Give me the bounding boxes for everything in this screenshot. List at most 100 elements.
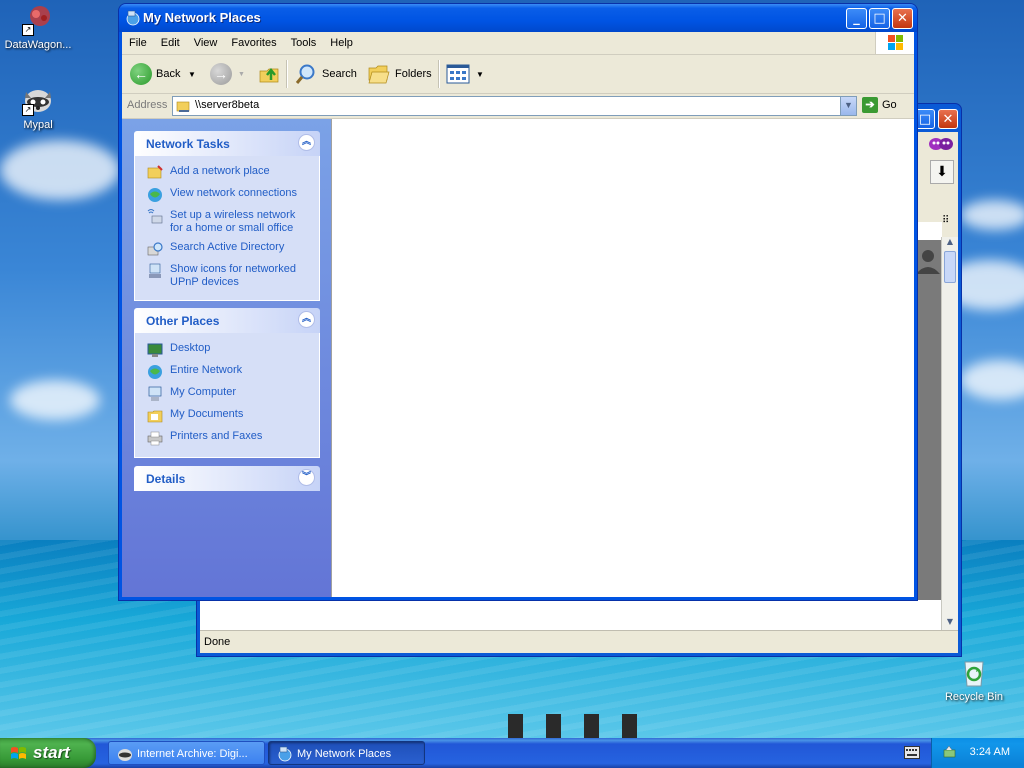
menu-edit[interactable]: Edit [154,32,187,54]
task-view-network-connections[interactable]: View network connections [135,184,319,206]
task-label: Set up a wireless network for a home or … [170,209,296,234]
my-documents-icon [147,410,163,423]
back-dropdown[interactable]: ▼ [188,61,196,87]
other-places-list: Desktop Entire Network My Computer My Do… [134,333,320,458]
back-window-maximize-button[interactable]: □ [915,109,935,129]
search-label: Search [322,68,357,80]
place-entire-network[interactable]: Entire Network [135,361,319,383]
menu-favorites[interactable]: Favorites [224,32,283,54]
clock: 3:24 AM [969,746,1010,758]
taskbar-item-my-network-places[interactable]: My Network Places [268,741,425,765]
network-tasks-header[interactable]: Network Tasks ︽ [134,131,320,156]
folders-button[interactable]: Folders [367,61,432,87]
system-tray: 3:24 AM [931,738,1024,768]
panel-title: Network Tasks [146,137,230,151]
task-show-upnp-devices[interactable]: Show icons for networked UPnP devices [135,260,319,292]
desktop-icon-datawagon[interactable]: ↗ DataWagon... [0,4,76,51]
desktop-icon-recycle-bin[interactable]: Recycle Bin [936,656,1012,703]
my-network-places-window[interactable]: My Network Places _ □ ✕ File Edit View Favo… [118,3,918,601]
folders-icon [368,65,390,84]
network-tasks-panel: Network Tasks ︽ Add a network place View… [134,131,320,301]
place-label: Entire Network [170,364,243,376]
menu-help[interactable]: Help [323,32,360,54]
other-places-header[interactable]: Other Places ︽ [134,308,320,333]
upnp-devices-icon [149,263,161,278]
desktop-icon-label: Recycle Bin [944,691,1004,703]
active-directory-icon [147,242,163,256]
close-button[interactable]: ✕ [892,8,913,29]
search-button[interactable]: Search [294,61,357,87]
collapse-chevron-icon[interactable]: ︽ [298,134,315,151]
panel-title: Other Places [146,314,220,328]
desktop-icon-mypal[interactable]: ↗ Mypal [0,84,76,131]
mypal-icon: ↗ [22,84,54,116]
place-desktop[interactable]: Desktop [135,339,319,361]
go-label: Go [882,99,897,111]
file-list-pane[interactable] [331,119,914,597]
network-connections-icon [148,188,162,202]
task-wireless-network[interactable]: Set up a wireless network for a home or … [135,206,319,238]
desktop-icon [147,343,163,357]
scroll-down-icon[interactable]: ▼ [942,617,958,631]
desktop-icon-label: DataWagon... [4,39,72,51]
scroll-up-icon[interactable]: ▲ [942,237,958,251]
place-label: My Computer [170,386,237,398]
status-text: Done [204,636,231,648]
mypal-icon [118,749,132,761]
folders-label: Folders [395,68,432,80]
title-bar[interactable]: My Network Places _ □ ✕ [119,4,917,32]
up-folder-icon [259,67,279,83]
explorer-body: Network Tasks ︽ Add a network place View… [122,119,914,597]
back-window-scrollbar[interactable]: ▲ ▼ [941,237,958,631]
printers-faxes-icon [147,431,163,446]
start-button[interactable]: start [0,738,96,768]
cloud [960,200,1024,230]
details-header[interactable]: Details ︾ [134,466,320,491]
address-label: Address [127,99,168,111]
minimize-button[interactable]: _ [846,8,867,29]
dropdown-arrow-icon: ▼ [188,69,196,79]
go-button[interactable]: ➔ Go [862,97,897,113]
up-folder-button[interactable] [258,61,282,87]
dropdown-arrow-icon: ▼ [476,69,484,79]
place-my-documents[interactable]: My Documents [135,405,319,427]
scroll-thumb[interactable] [944,251,956,283]
network-tasks-list: Add a network place View network connect… [134,156,320,301]
back-arrow-icon: ← [130,63,152,85]
menu-file[interactable]: File [122,32,154,54]
datawagon-icon: ↗ [22,4,54,36]
task-pane: Network Tasks ︽ Add a network place View… [122,119,331,597]
toolbar-separator [286,60,288,88]
download-icon[interactable]: ⬇ [930,160,954,184]
expand-chevron-icon[interactable]: ︾ [298,469,315,486]
search-icon [295,64,315,84]
menu-tools[interactable]: Tools [284,32,324,54]
theater-masks-icon[interactable] [928,136,954,156]
taskbar: start Internet Archive: Digi... My Netwo… [0,738,1024,768]
toolbar: ← Back ▼ → ▼ Search Folders ▼ [122,55,914,94]
collapse-chevron-icon[interactable]: ︽ [298,311,315,328]
windows-flag-icon [11,747,26,759]
address-dropdown-icon[interactable]: ▼ [840,97,856,115]
task-add-network-place[interactable]: Add a network place [135,162,319,184]
safely-remove-hardware-icon[interactable] [942,745,957,760]
keyboard-icon[interactable] [904,746,920,759]
menu-view[interactable]: View [187,32,225,54]
address-value: \\server8beta [195,99,260,111]
forward-dropdown[interactable]: ▼ [238,61,245,87]
taskbar-item-internet-archive[interactable]: Internet Archive: Digi... [108,741,265,765]
views-button[interactable]: ▼ [446,61,484,87]
menu-bar: File Edit View Favorites Tools Help [122,32,914,55]
forward-button[interactable]: → [210,61,232,87]
network-places-icon [278,746,292,762]
place-my-computer[interactable]: My Computer [135,383,319,405]
address-input[interactable]: \\server8beta ▼ [172,96,857,116]
back-window-close-button[interactable]: ✕ [938,109,958,129]
other-places-panel: Other Places ︽ Desktop Entire Network My… [134,308,320,458]
place-label: Printers and Faxes [170,430,263,442]
back-button[interactable]: ← Back [130,61,180,87]
maximize-button[interactable]: □ [869,8,890,29]
task-label: Show icons for networked UPnP devices [170,263,296,288]
task-search-active-directory[interactable]: Search Active Directory [135,238,319,260]
place-printers-faxes[interactable]: Printers and Faxes [135,427,319,449]
